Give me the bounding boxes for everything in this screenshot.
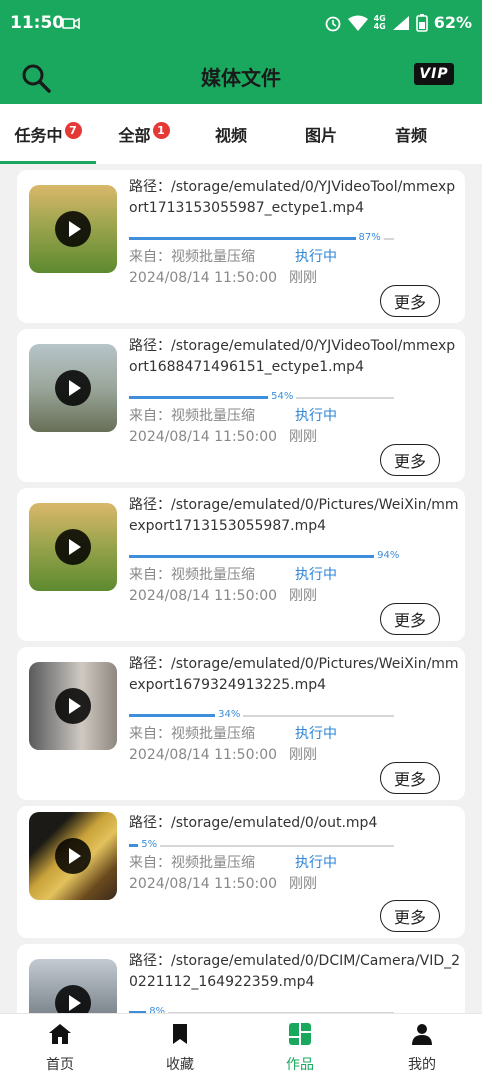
- nav-mine[interactable]: 我的: [362, 1014, 482, 1073]
- more-button[interactable]: 更多: [380, 900, 440, 932]
- tab-in-progress[interactable]: 任务中 7: [0, 104, 96, 164]
- task-status: 执行中: [295, 567, 337, 583]
- wifi-icon: [347, 15, 368, 31]
- progress-percent: 54%: [268, 391, 297, 402]
- more-button[interactable]: 更多: [380, 762, 440, 794]
- video-thumbnail[interactable]: [29, 185, 117, 273]
- task-source: 来自：视频批量压缩: [129, 249, 255, 265]
- task-progress: 94%: [129, 550, 403, 563]
- play-icon[interactable]: [55, 529, 91, 565]
- user-icon: [412, 1024, 432, 1045]
- play-icon[interactable]: [55, 838, 91, 874]
- play-icon[interactable]: [55, 370, 91, 406]
- status-bar: 11:50 4G 4G 62%: [0, 0, 482, 48]
- progress-percent: 5%: [138, 839, 161, 850]
- task-progress: 34%: [129, 709, 394, 722]
- task-time: 2024/08/14 11:50:00 刚刚: [129, 747, 318, 763]
- task-card[interactable]: 路径：/storage/emulated/0/YJVideoTool/mmexp…: [17, 329, 465, 482]
- tab-badge: 7: [64, 121, 82, 139]
- nav-home[interactable]: 首页: [0, 1014, 120, 1073]
- task-progress: 54%: [129, 391, 394, 404]
- vip-button[interactable]: VIP: [414, 63, 454, 85]
- status-time: 11:50: [10, 13, 65, 33]
- task-card[interactable]: 路径：/storage/emulated/0/YJVideoTool/mmexp…: [17, 170, 465, 323]
- task-time: 2024/08/14 11:50:00 刚刚: [129, 588, 318, 604]
- task-card[interactable]: 路径：/storage/emulated/0/Pictures/WeiXin/m…: [17, 488, 465, 641]
- task-path: 路径：/storage/emulated/0/out.mp4: [129, 815, 378, 831]
- dashboard-icon: [289, 1023, 311, 1045]
- video-thumbnail[interactable]: [29, 503, 117, 591]
- task-card[interactable]: 路径：/storage/emulated/0/out.mp4 5% 来自：视频批…: [17, 806, 465, 938]
- tab-audio[interactable]: 音频: [372, 104, 450, 164]
- progress-percent: 87%: [355, 232, 384, 243]
- video-thumbnail[interactable]: [29, 344, 117, 432]
- tab-all[interactable]: 全部 1: [96, 104, 192, 164]
- play-icon[interactable]: [55, 211, 91, 247]
- tab-image[interactable]: 图片: [282, 104, 360, 164]
- nav-favorites[interactable]: 收藏: [120, 1014, 240, 1073]
- play-icon[interactable]: [55, 688, 91, 724]
- task-status: 执行中: [295, 726, 337, 742]
- task-path: 路径：/storage/emulated/0/DCIM/Camera/VID_2…: [129, 953, 461, 990]
- task-path: 路径：/storage/emulated/0/YJVideoTool/mmexp…: [129, 338, 456, 375]
- video-thumbnail[interactable]: [29, 662, 117, 750]
- task-source: 来自：视频批量压缩: [129, 408, 255, 424]
- task-progress: 5%: [129, 839, 394, 852]
- task-status: 执行中: [295, 408, 337, 424]
- tab-video[interactable]: 视频: [192, 104, 270, 164]
- task-time: 2024/08/14 11:50:00 刚刚: [129, 876, 318, 892]
- progress-percent: 34%: [215, 709, 244, 720]
- progress-fill: [129, 396, 273, 399]
- battery-level: 62%: [433, 13, 472, 32]
- task-path: 路径：/storage/emulated/0/Pictures/WeiXin/m…: [129, 497, 459, 534]
- nav-works[interactable]: 作品: [240, 1014, 360, 1073]
- progress-fill: [129, 237, 360, 240]
- bookmark-icon: [173, 1024, 187, 1044]
- task-card[interactable]: 路径：/storage/emulated/0/Pictures/WeiXin/m…: [17, 647, 465, 800]
- more-button[interactable]: 更多: [380, 603, 440, 635]
- task-source: 来自：视频批量压缩: [129, 726, 255, 742]
- progress-fill: [129, 714, 220, 717]
- task-time: 2024/08/14 11:50:00 刚刚: [129, 429, 318, 445]
- task-path: 路径：/storage/emulated/0/YJVideoTool/mmexp…: [129, 179, 456, 216]
- task-status: 执行中: [295, 249, 337, 265]
- bottom-nav: 首页 收藏 作品 我的: [0, 1013, 482, 1073]
- task-path: 路径：/storage/emulated/0/Pictures/WeiXin/m…: [129, 656, 459, 693]
- alarm-icon: [325, 16, 340, 31]
- task-status: 执行中: [295, 855, 337, 871]
- task-source: 来自：视频批量压缩: [129, 567, 255, 583]
- screen-record-icon: [62, 17, 80, 30]
- progress-fill: [129, 555, 379, 558]
- more-button[interactable]: 更多: [380, 444, 440, 476]
- tab-badge: 1: [152, 121, 170, 139]
- progress-percent: 94%: [374, 550, 403, 561]
- video-thumbnail[interactable]: [29, 812, 117, 900]
- home-icon: [49, 1024, 71, 1044]
- signal-icon: [392, 15, 409, 30]
- task-source: 来自：视频批量压缩: [129, 855, 255, 871]
- battery-icon: [415, 13, 428, 32]
- app-bar: 媒体文件 VIP: [0, 48, 482, 104]
- page-title: 媒体文件: [201, 66, 281, 90]
- task-progress: 87%: [129, 232, 394, 245]
- task-time: 2024/08/14 11:50:00 刚刚: [129, 270, 318, 286]
- network-type: 4G 4G: [373, 13, 386, 31]
- more-button[interactable]: 更多: [380, 285, 440, 317]
- category-tabs: 任务中 7 全部 1 视频 图片 音频: [0, 104, 482, 164]
